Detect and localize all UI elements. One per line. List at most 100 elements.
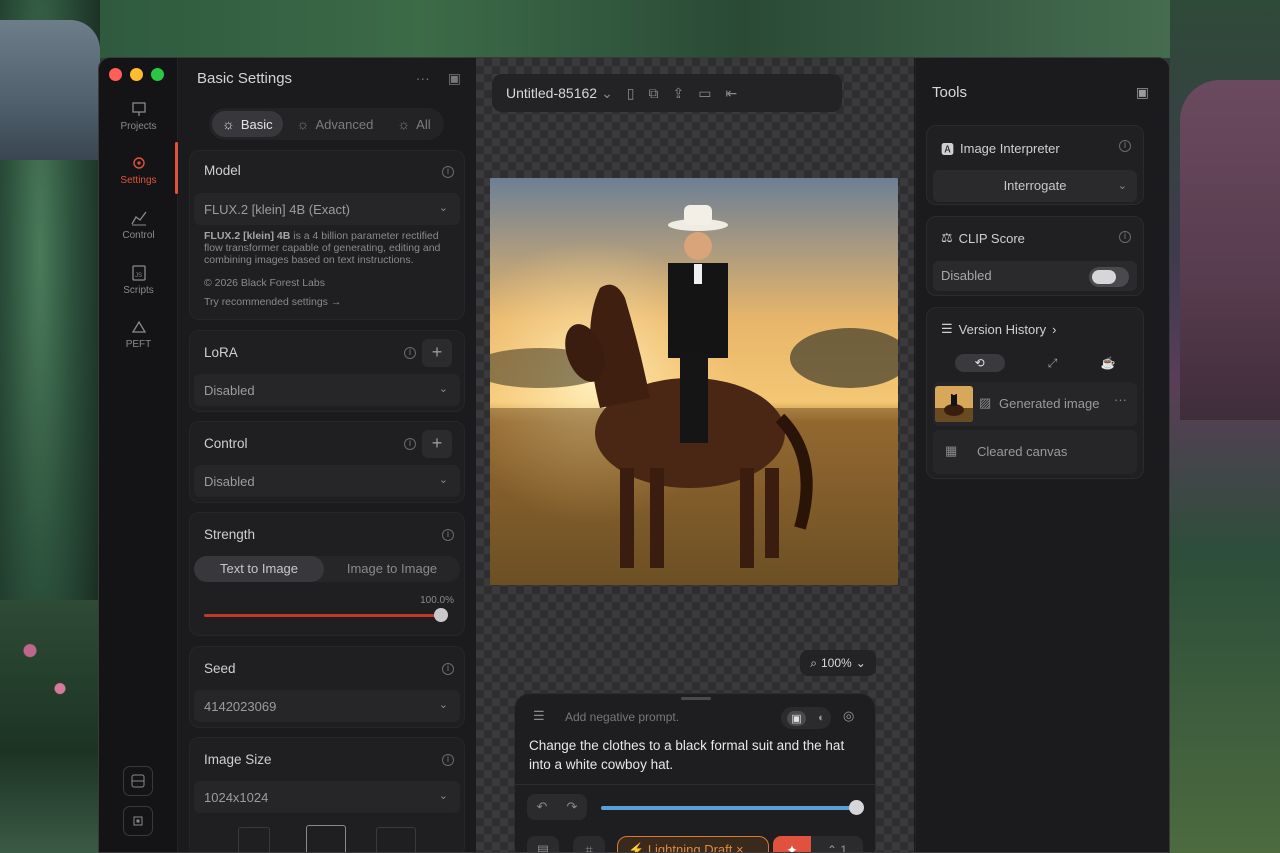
chevron-down-icon: ⌄ bbox=[438, 790, 448, 802]
more-icon[interactable]: ··· bbox=[416, 70, 430, 87]
tab-text-to-image[interactable]: Text to Image bbox=[194, 556, 324, 582]
wallpaper-house-left bbox=[0, 20, 100, 160]
scale-icon: ⚖ bbox=[941, 230, 953, 245]
desktop-wallpaper-top bbox=[100, 0, 1170, 58]
history-item[interactable]: ▦ Cleared canvas bbox=[933, 430, 1137, 474]
drag-handle[interactable] bbox=[681, 697, 711, 700]
settings-icon bbox=[132, 157, 145, 169]
lightning-draft-chip[interactable]: ⚡ Lightning Draft × bbox=[617, 836, 769, 852]
steps-slider-track[interactable] bbox=[601, 806, 857, 810]
document-title[interactable]: Untitled-85162 bbox=[506, 85, 597, 101]
image-interpreter-card: 🅰 Image Interpreter i Interrogate ⌄ bbox=[926, 125, 1144, 205]
layout-toggle-button[interactable] bbox=[123, 766, 153, 796]
close-window-button[interactable] bbox=[109, 68, 122, 81]
aspect-option[interactable] bbox=[238, 827, 270, 852]
info-icon[interactable]: i bbox=[404, 438, 416, 450]
branch-icon[interactable]: ⤢ bbox=[1048, 356, 1058, 371]
chip-settings-button[interactable] bbox=[123, 806, 153, 836]
tools-title: Tools bbox=[932, 84, 968, 101]
new-document-icon[interactable]: ▯ bbox=[627, 85, 635, 102]
strength-mode-tabs: Text to Image Image to Image bbox=[194, 556, 460, 582]
detect-button[interactable]: ⌗ bbox=[573, 836, 605, 852]
info-icon[interactable]: i bbox=[442, 166, 454, 178]
model-select[interactable]: FLUX.2 [klein] 4B (Exact) ⌄ bbox=[194, 193, 460, 225]
aspect-option-selected[interactable] bbox=[306, 825, 346, 852]
tab-label: All bbox=[416, 116, 431, 132]
tab-advanced[interactable]: ☼ Advanced bbox=[287, 111, 384, 137]
control-select[interactable]: Disabled ⌄ bbox=[194, 465, 460, 497]
image-icon: ▨ bbox=[979, 395, 992, 410]
rail-item-projects[interactable]: Projects bbox=[99, 100, 178, 132]
add-control-button[interactable]: + bbox=[422, 430, 452, 458]
tab-image-to-image[interactable]: Image to Image bbox=[324, 556, 460, 582]
palette-icon[interactable]: ◐ bbox=[818, 712, 825, 724]
chevron-up-icon[interactable]: ⌃ bbox=[827, 843, 837, 852]
chevron-down-icon[interactable]: ⌄ bbox=[601, 85, 613, 102]
clip-value: Disabled bbox=[941, 268, 992, 283]
folder-icon[interactable]: ▭ bbox=[698, 85, 711, 102]
panel-toggle-icon[interactable]: ▣ bbox=[1136, 84, 1149, 101]
minimize-window-button[interactable] bbox=[130, 68, 143, 81]
generated-image[interactable] bbox=[490, 178, 898, 585]
info-icon[interactable]: i bbox=[442, 529, 454, 541]
zoom-control[interactable]: ⌕ 100% ⌄ bbox=[800, 650, 876, 676]
generate-button[interactable]: ✦ bbox=[773, 836, 811, 852]
history-thumbnail bbox=[935, 386, 973, 422]
import-icon[interactable]: ⧉ bbox=[649, 85, 659, 102]
redo-icon[interactable]: ↷ bbox=[567, 799, 578, 815]
chevron-down-icon: ⌄ bbox=[438, 699, 448, 711]
export-icon[interactable]: ⇪ bbox=[673, 85, 685, 102]
info-icon[interactable]: i bbox=[1119, 140, 1131, 152]
settings-header-actions: ··· ▣ bbox=[416, 70, 461, 87]
zoom-window-button[interactable] bbox=[151, 68, 164, 81]
collapse-panel-icon[interactable]: ⇤ bbox=[725, 85, 737, 102]
lora-select[interactable]: Disabled ⌄ bbox=[194, 374, 460, 406]
image-mode-icon[interactable]: ▣ bbox=[787, 710, 806, 726]
close-icon[interactable]: × bbox=[736, 842, 744, 852]
script-button[interactable]: ▤ bbox=[527, 836, 559, 852]
aspect-option[interactable] bbox=[376, 827, 416, 852]
undo-icon[interactable]: ↶ bbox=[537, 799, 548, 815]
info-icon[interactable]: i bbox=[442, 754, 454, 766]
strength-slider-knob[interactable] bbox=[434, 608, 448, 622]
projects-icon bbox=[131, 102, 146, 116]
chevron-down-icon: ⌄ bbox=[438, 383, 448, 395]
try-recommended-link[interactable]: Try recommended settings → bbox=[204, 296, 454, 308]
seed-input[interactable]: 4142023069 ⌄ bbox=[194, 690, 460, 722]
desktop-wallpaper-right bbox=[1170, 0, 1280, 853]
peft-icon bbox=[131, 320, 146, 333]
interrogate-value: Interrogate bbox=[1003, 178, 1067, 193]
eye-icon[interactable]: ◎ bbox=[843, 708, 854, 724]
steps-slider-knob[interactable] bbox=[849, 800, 864, 815]
canvas-icon: ▦ bbox=[945, 443, 958, 458]
history-clock-icon[interactable]: ⟲ bbox=[954, 354, 1005, 372]
cup-icon[interactable]: ☕ bbox=[1100, 356, 1115, 370]
canvas-area[interactable]: Untitled-85162 ⌄ ▯ ⧉ ⇪ ▭ ⇤ ⌕ 100% ⌄ ☰ Ad… bbox=[476, 58, 914, 852]
negative-prompt-input[interactable]: Add negative prompt. bbox=[565, 710, 679, 724]
add-lora-button[interactable]: + bbox=[422, 339, 452, 367]
history-item[interactable]: ▨ Generated image ··· bbox=[933, 382, 1137, 426]
rail-item-scripts[interactable]: JS Scripts bbox=[99, 264, 178, 296]
info-icon[interactable]: i bbox=[1119, 231, 1131, 243]
image-size-title: Image Size bbox=[204, 752, 272, 767]
nav-rail: Projects Settings Control JS Scripts PEF… bbox=[99, 58, 178, 852]
version-history-title[interactable]: ☰ Version History › bbox=[941, 321, 1056, 337]
info-icon[interactable]: i bbox=[442, 663, 454, 675]
strength-slider-track[interactable] bbox=[204, 614, 442, 617]
chip-icon bbox=[133, 816, 143, 826]
clip-score-toggle[interactable] bbox=[1089, 267, 1129, 287]
prompt-input[interactable]: Change the clothes to a black formal sui… bbox=[529, 736, 867, 774]
info-icon[interactable]: i bbox=[404, 347, 416, 359]
chevron-down-icon: ⌄ bbox=[1117, 180, 1127, 192]
interrogate-select[interactable]: Interrogate ⌄ bbox=[933, 170, 1137, 202]
tab-basic[interactable]: ☼ Basic bbox=[212, 111, 283, 137]
prompt-mode-toggle[interactable]: ▣ ◐ bbox=[781, 707, 831, 729]
save-icon[interactable]: ▣ bbox=[448, 70, 461, 87]
rail-item-peft[interactable]: PEFT bbox=[99, 318, 178, 350]
tab-all[interactable]: ☼ All bbox=[387, 111, 440, 137]
image-size-select[interactable]: 1024x1024 ⌄ bbox=[194, 781, 460, 813]
batch-count-stepper[interactable]: ⌃ 1 bbox=[811, 836, 863, 852]
more-icon[interactable]: ··· bbox=[1114, 392, 1127, 407]
rail-item-settings[interactable]: Settings bbox=[99, 154, 178, 186]
rail-item-control[interactable]: Control bbox=[99, 209, 178, 241]
